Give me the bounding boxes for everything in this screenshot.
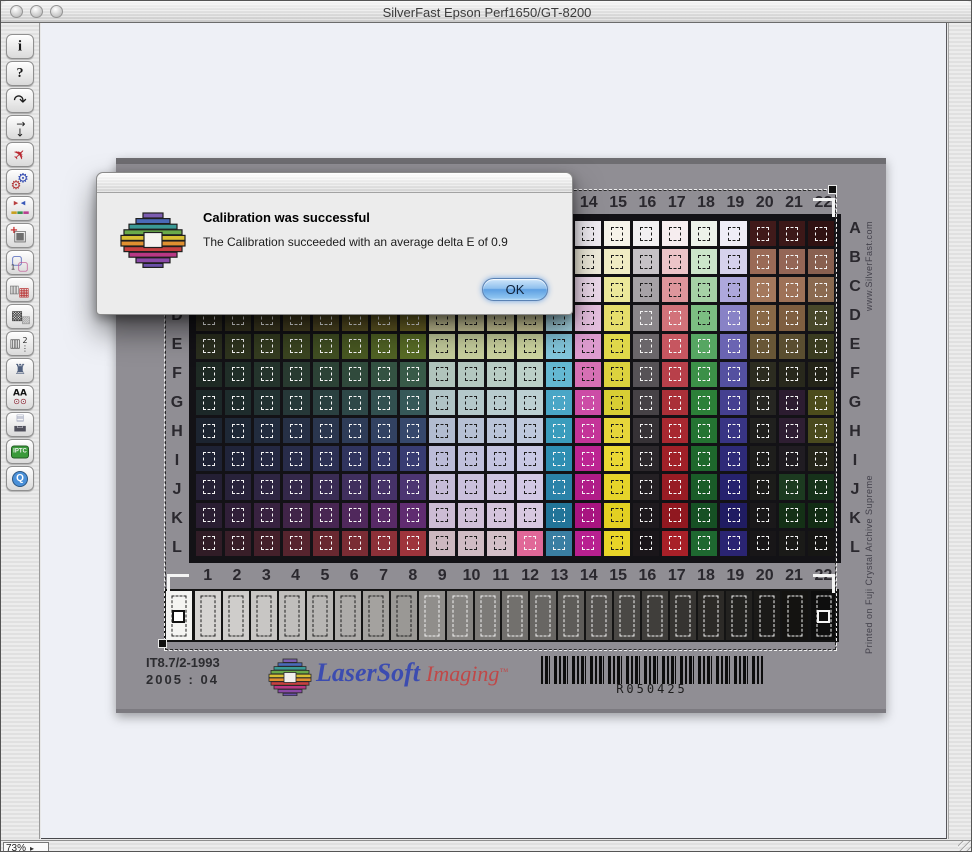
zoom-level-value: 73%: [6, 843, 26, 852]
card-top-edge: [116, 158, 886, 164]
flip-tool-icon: ↓: [15, 127, 24, 138]
frame-copy-tool[interactable]: ▢▢1: [6, 250, 34, 275]
row-letter: A: [849, 220, 861, 238]
quicktime-tool[interactable]: Q: [6, 466, 34, 491]
row-letters-right: ABCDEFGHIJKL: [844, 214, 866, 563]
it8-standard-label: IT8.7/2-1993 2005 : 04: [146, 655, 220, 689]
calibration-dialog: Calibration was successful The Calibrati…: [96, 172, 573, 315]
rotate-tool-icon: ↷: [13, 93, 26, 109]
frame-delete-tool[interactable]: ▤▦: [6, 277, 34, 302]
lasersoft-logo-icon: [268, 658, 312, 696]
gradation-tool-icon: ▸: [14, 199, 19, 208]
frame-bracket-bottom-left: [167, 574, 189, 593]
print-tool[interactable]: ▤▬▭: [6, 412, 34, 437]
it8-date: 2005 : 04: [146, 672, 220, 689]
descreen-tool[interactable]: ▩▨: [6, 304, 34, 329]
side-text-silverfast-url: www.SilverFast.com: [864, 196, 874, 311]
row-letter: J: [851, 481, 860, 499]
info-tool[interactable]: i: [6, 34, 34, 59]
row-letter: F: [850, 365, 860, 383]
silverfast-window: SilverFast Epson Perf1650/GT-8200 i? ↷ →↓ ✈…: [0, 0, 972, 852]
lasersoft-wordmark: LaserSoftImaging™: [316, 658, 508, 688]
marquee-handle-bottom-left[interactable]: [158, 639, 167, 648]
print-tool-icon: ▭: [17, 423, 24, 430]
window-titlebar: SilverFast Epson Perf1650/GT-8200: [1, 1, 972, 23]
card-bottom-edge: [116, 709, 886, 713]
scanpilot-tool-icon: ✈: [10, 145, 30, 165]
resize-grip[interactable]: [958, 841, 972, 852]
frame-copy-tool-icon: 1: [11, 264, 15, 271]
brand-secondary: Imaging: [426, 661, 499, 686]
clone-stamp-tool[interactable]: ♜: [6, 358, 34, 383]
gradation-tool-icon: ◂: [21, 199, 26, 208]
silverfast-logo-icon: [119, 211, 187, 269]
zoom-menu-arrow-icon: ▸: [30, 844, 34, 852]
frame-copy-tool-icon: ▢: [17, 260, 28, 272]
dialog-titlebar[interactable]: [97, 173, 572, 193]
barcode: [541, 656, 763, 684]
ok-button-label: OK: [506, 282, 525, 297]
tool-palette: i? ↷ →↓ ✈ ⚙⚙▸◂▬▬▬▣+▢▢1▤▦▩▨▤2⋮ ♜ AA⊙⊙▤▬▭ IPTC Q: [1, 23, 40, 839]
status-bar: 73% ▸: [1, 840, 972, 852]
help-tool-icon: ?: [17, 67, 24, 81]
iptc-tool-icon: IPTC: [11, 445, 29, 458]
frame-delete-tool-icon: ▦: [18, 286, 29, 298]
brand-trademark: ™: [499, 667, 508, 677]
clone-stamp-tool-icon: ♜: [14, 363, 27, 377]
it8-standard: IT8.7/2-1993: [146, 655, 220, 672]
frame-bracket-top-right: [813, 198, 835, 217]
info-tool-icon: i: [18, 39, 22, 54]
row-letter: E: [850, 336, 861, 354]
brand-primary: LaserSoft: [316, 658, 420, 687]
quicktime-tool-icon: Q: [12, 471, 28, 487]
frame-number-tool-icon: ⋮: [21, 345, 29, 353]
text-recognition-tool[interactable]: AA⊙⊙: [6, 385, 34, 410]
settings-tool[interactable]: ⚙⚙: [6, 169, 34, 194]
dialog-body: Calibration was successful The Calibrati…: [97, 193, 572, 314]
frame-add-tool[interactable]: ▣+: [6, 223, 34, 248]
iptc-tool[interactable]: IPTC: [6, 439, 34, 464]
descreen-tool-icon: ▨: [21, 316, 30, 326]
row-letter: G: [849, 394, 861, 412]
settings-tool-icon: ⚙: [17, 172, 29, 185]
row-letter: K: [849, 510, 861, 528]
frame-bracket-bottom-right: [813, 574, 835, 593]
text-recognition-tool-icon: ⊙⊙: [13, 398, 26, 406]
preview-canvas[interactable]: 12345678910111213141516171819202122 1234…: [41, 23, 947, 839]
row-letter: C: [849, 278, 861, 296]
help-tool[interactable]: ?: [6, 61, 34, 86]
row-letter: L: [850, 539, 860, 557]
flip-tool[interactable]: →↓: [6, 115, 34, 140]
zoom-level-button[interactable]: 73% ▸: [3, 842, 49, 852]
row-letter: D: [849, 307, 861, 325]
gradation-tool[interactable]: ▸◂▬▬▬: [6, 196, 34, 221]
frame-number-tool[interactable]: ▤2⋮: [6, 331, 34, 356]
scanpilot-tool[interactable]: ✈: [6, 142, 34, 167]
gradation-tool-icon: ▬: [23, 209, 30, 216]
row-letter: B: [849, 249, 861, 267]
barcode-text: R050425: [541, 682, 763, 696]
frame-add-tool-icon: +: [10, 226, 18, 236]
dialog-message: The Calibration succeeded with an averag…: [203, 235, 508, 249]
row-letter: I: [853, 452, 857, 470]
marquee-handle-top-right[interactable]: [828, 185, 837, 194]
dialog-title: Calibration was successful: [203, 210, 370, 225]
right-gutter: [948, 23, 972, 839]
ok-button[interactable]: OK: [482, 278, 548, 301]
side-text-paper-type: Printed on Fuji Crystal Archive Supreme: [864, 444, 874, 654]
row-letter: H: [849, 423, 861, 441]
window-title: SilverFast Epson Perf1650/GT-8200: [1, 5, 972, 20]
rotate-tool[interactable]: ↷: [6, 88, 34, 113]
